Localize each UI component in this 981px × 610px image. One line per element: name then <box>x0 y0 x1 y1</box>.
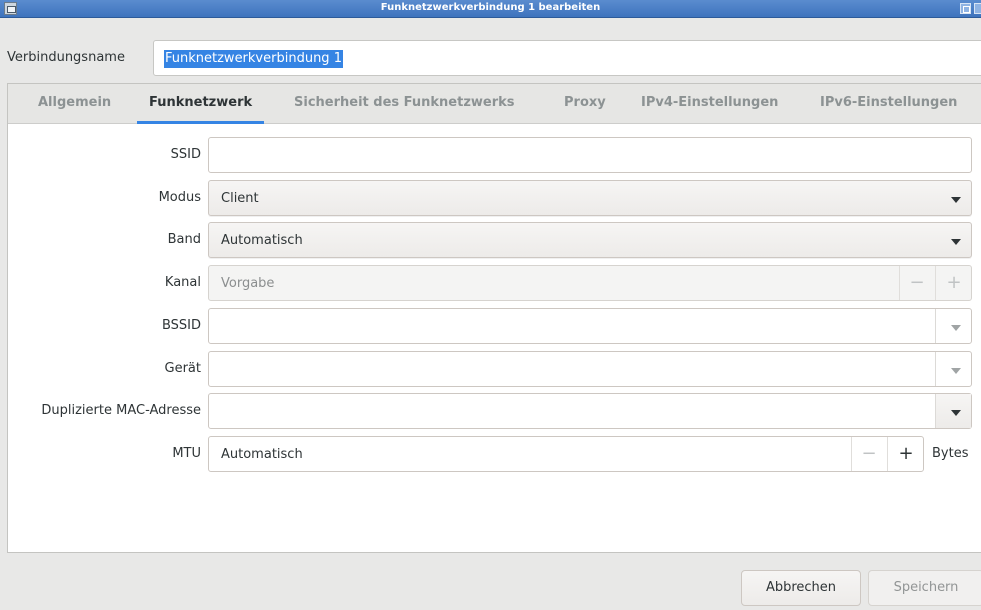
chevron-down-icon <box>951 325 961 331</box>
ssid-row: SSID <box>0 137 981 175</box>
chevron-down-icon <box>951 368 961 374</box>
tab-ipv4[interactable]: IPv4-Einstellungen <box>641 84 778 124</box>
connection-name-input[interactable]: Funknetzwerkverbindung 1 <box>153 40 981 76</box>
connection-name-row: Verbindungsname Funknetzwerkverbindung 1 <box>0 40 981 80</box>
window-title: Funknetzwerkverbindung 1 bearbeiten <box>380 2 601 13</box>
modus-dropdown[interactable]: Client <box>208 180 972 216</box>
geraet-row: Gerät <box>0 351 981 389</box>
tab-sicherheit[interactable]: Sicherheit des Funknetzwerks <box>294 84 515 124</box>
kanal-decrement-button[interactable]: − <box>899 266 935 300</box>
mtu-unit-label: Bytes <box>932 446 969 461</box>
mtu-decrement-button[interactable]: − <box>851 437 887 471</box>
mtu-increment-button[interactable]: + <box>888 437 924 471</box>
kanal-spinbutton[interactable]: Vorgabe − + <box>208 265 972 301</box>
band-label: Band <box>167 232 201 247</box>
connection-name-value[interactable]: Funknetzwerkverbindung 1 <box>164 50 343 68</box>
geraet-label: Gerät <box>164 361 201 376</box>
bssid-label: BSSID <box>161 318 201 333</box>
modus-label: Modus <box>158 190 201 205</box>
band-value: Automatisch <box>221 233 303 248</box>
chevron-down-icon <box>951 239 961 245</box>
geraet-combo-entry[interactable] <box>208 351 972 387</box>
modus-value: Client <box>221 191 259 206</box>
mtu-spinbutton[interactable]: Automatisch − + <box>208 436 924 472</box>
save-button[interactable]: Speichern <box>868 570 981 606</box>
band-dropdown[interactable]: Automatisch <box>208 222 972 258</box>
maximize-button[interactable] <box>960 3 971 14</box>
bssid-combo-entry[interactable] <box>208 308 972 344</box>
cancel-button[interactable]: Abbrechen <box>741 570 861 606</box>
kanal-increment-button[interactable]: + <box>936 266 972 300</box>
mac-row: Duplizierte MAC-Adresse <box>0 393 981 431</box>
ssid-input[interactable] <box>208 137 972 173</box>
mac-label: Duplizierte MAC-Adresse <box>41 403 201 418</box>
mtu-row: MTU Automatisch − + Bytes <box>0 436 981 474</box>
tab-allgemein[interactable]: Allgemein <box>38 84 111 124</box>
tab-proxy[interactable]: Proxy <box>564 84 606 124</box>
chevron-down-icon <box>951 410 961 416</box>
tab-funknetzwerk[interactable]: Funknetzwerk <box>136 84 265 124</box>
connection-name-label: Verbindungsname <box>7 50 125 65</box>
kanal-label: Kanal <box>164 275 201 290</box>
band-row: Band Automatisch <box>0 222 981 260</box>
tab-bar: Allgemein Funknetzwerk Sicherheit des Fu… <box>8 84 981 124</box>
ssid-label: SSID <box>170 147 201 162</box>
mtu-label: MTU <box>172 446 201 461</box>
close-button[interactable] <box>974 3 981 14</box>
dialog-footer: Abbrechen Speichern <box>0 555 981 610</box>
modus-row: Modus Client <box>0 180 981 218</box>
tab-ipv6[interactable]: IPv6-Einstellungen <box>820 84 957 124</box>
bssid-row: BSSID <box>0 308 981 346</box>
title-bar: Funknetzwerkverbindung 1 bearbeiten <box>0 0 981 18</box>
chevron-down-icon <box>951 197 961 203</box>
mtu-value: Automatisch <box>221 447 303 462</box>
kanal-placeholder: Vorgabe <box>221 276 275 291</box>
kanal-row: Kanal Vorgabe − + <box>0 265 981 303</box>
mac-combo-entry[interactable] <box>208 393 972 429</box>
